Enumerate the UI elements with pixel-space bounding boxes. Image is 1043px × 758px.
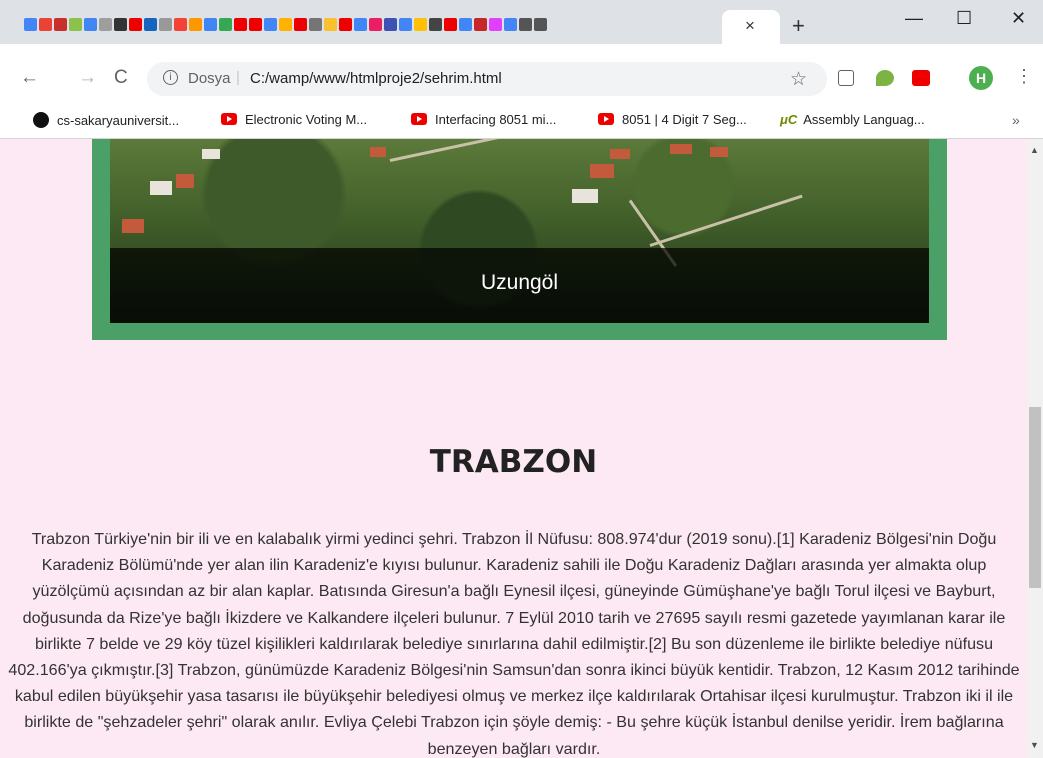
address-separator: | xyxy=(236,69,240,86)
google-icon[interactable] xyxy=(204,18,217,31)
google-icon[interactable] xyxy=(219,18,232,31)
forward-button[interactable]: → xyxy=(78,67,97,89)
tab-favicon[interactable] xyxy=(369,18,382,31)
scroll-down-icon[interactable]: ▼ xyxy=(1030,740,1039,750)
microsoft-icon[interactable] xyxy=(174,18,187,31)
google-icon[interactable] xyxy=(504,18,517,31)
address-scheme: Dosya xyxy=(188,70,231,87)
bookmark-star-icon[interactable]: ☆ xyxy=(790,68,807,91)
bookmark-item[interactable]: Electronic Voting M... xyxy=(221,112,367,127)
youtube-icon xyxy=(221,113,237,125)
tab-favicon[interactable] xyxy=(414,18,427,31)
tab-favicon[interactable] xyxy=(144,18,157,31)
tab-favicon[interactable] xyxy=(69,18,82,31)
google-icon[interactable] xyxy=(459,18,472,31)
info-icon[interactable]: i xyxy=(163,70,178,85)
bookmark-item[interactable]: 8051 | 4 Digit 7 Seg... xyxy=(598,112,747,127)
youtube-icon[interactable] xyxy=(339,18,352,31)
bookmark-item[interactable]: cs-sakaryauniversit... xyxy=(33,112,179,128)
google-icon[interactable] xyxy=(399,18,412,31)
tab-favicon[interactable] xyxy=(534,18,547,31)
tab-favicon[interactable] xyxy=(279,18,292,31)
extension-icon[interactable] xyxy=(838,70,854,86)
github-icon xyxy=(33,112,49,128)
google-icon[interactable] xyxy=(264,18,277,31)
page-viewport: Uzungöl TRABZON Trabzon Türkiye'nin bir … xyxy=(0,139,1027,758)
profile-avatar[interactable]: H xyxy=(969,66,993,90)
youtube-icon[interactable] xyxy=(234,18,247,31)
bookmarks-overflow-button[interactable]: » xyxy=(1012,112,1020,128)
youtube-icon[interactable] xyxy=(249,18,262,31)
maximize-button[interactable]: ☐ xyxy=(956,8,972,29)
pinned-tab-favicons[interactable] xyxy=(24,18,547,31)
uc-icon: μC xyxy=(780,112,798,127)
google-icon[interactable] xyxy=(39,18,52,31)
youtube-icon xyxy=(598,113,614,125)
back-button[interactable]: ← xyxy=(20,67,39,89)
tab-favicon[interactable] xyxy=(324,18,337,31)
tab-favicon[interactable] xyxy=(519,18,532,31)
reload-button[interactable]: C xyxy=(114,67,128,89)
menu-icon[interactable]: ⋮ xyxy=(1015,66,1033,87)
address-url[interactable]: C:/wamp/www/htmlproje2/sehrim.html xyxy=(250,70,502,87)
image-frame: Uzungöl xyxy=(92,139,947,340)
youtube-icon[interactable] xyxy=(444,18,457,31)
youtube-icon xyxy=(411,113,427,125)
google-icon[interactable] xyxy=(24,18,37,31)
tab-favicon[interactable] xyxy=(429,18,442,31)
youtube-icon[interactable] xyxy=(294,18,307,31)
uzungol-photo: Uzungöl xyxy=(110,139,929,323)
google-icon[interactable] xyxy=(354,18,367,31)
scroll-up-icon[interactable]: ▲ xyxy=(1030,145,1039,155)
tab-favicon[interactable] xyxy=(159,18,172,31)
tab-favicon[interactable] xyxy=(384,18,397,31)
tab-favicon[interactable] xyxy=(189,18,202,31)
tab-favicon[interactable] xyxy=(99,18,112,31)
scrollbar-thumb[interactable] xyxy=(1029,407,1041,588)
bookmark-item[interactable]: Interfacing 8051 mi... xyxy=(411,112,556,127)
tab-favicon[interactable] xyxy=(474,18,487,31)
tab-favicon[interactable] xyxy=(54,18,67,31)
page-title: TRABZON xyxy=(429,444,598,480)
minimize-button[interactable]: — xyxy=(905,8,923,29)
youtube-icon[interactable] xyxy=(129,18,142,31)
city-description: Trabzon Türkiye'nin bir ili ve en kalaba… xyxy=(8,530,1020,758)
bookmark-item[interactable]: μC Assembly Languag... xyxy=(780,112,925,127)
new-tab-button[interactable]: + xyxy=(792,13,805,39)
tab-favicon[interactable] xyxy=(309,18,322,31)
tab-favicon[interactable] xyxy=(114,18,127,31)
location-extension-icon[interactable] xyxy=(876,70,894,86)
tab-close-icon[interactable]: × xyxy=(745,16,755,36)
close-window-button[interactable]: ✕ xyxy=(1011,8,1026,29)
tab-favicon[interactable] xyxy=(489,18,502,31)
youtube-extension-icon[interactable] xyxy=(912,70,930,86)
image-caption: Uzungöl xyxy=(480,271,559,294)
google-icon[interactable] xyxy=(84,18,97,31)
tab-strip: × + — ☐ ✕ xyxy=(0,0,1043,44)
